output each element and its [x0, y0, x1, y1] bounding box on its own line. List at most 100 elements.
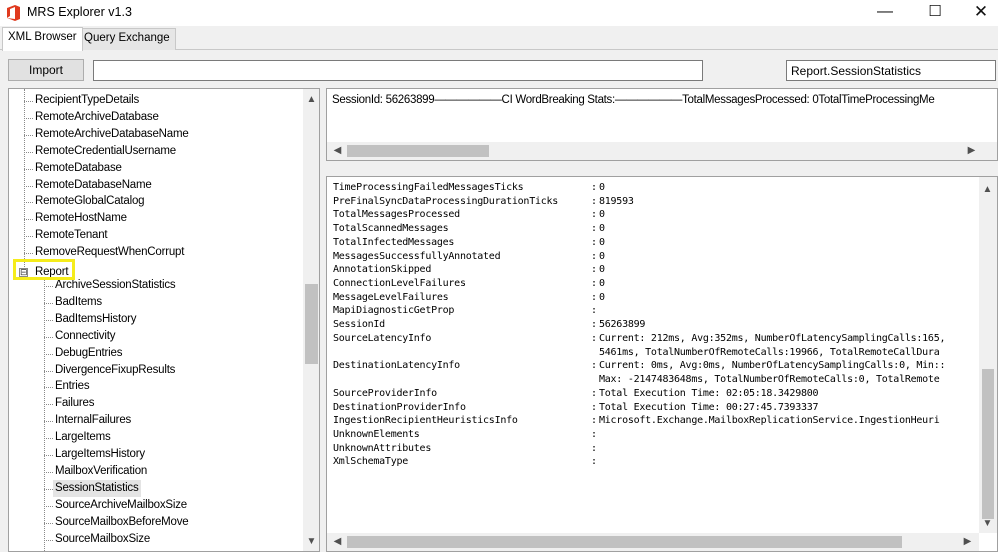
tree-node[interactable]: RemoteTenant [35, 227, 108, 244]
detail-value: Current: 212ms, Avg:352ms, NumberOfLaten… [599, 332, 946, 344]
detail-value: Total Execution Time: 00:27:45.7393337 [599, 401, 819, 413]
tab-xml-browser[interactable]: XML Browser [2, 27, 83, 51]
details-horizontal-scrollbar[interactable]: ◀ ▶ [327, 533, 979, 551]
tree-connector [24, 151, 33, 153]
detail-separator: : [591, 442, 597, 454]
tree-node[interactable]: BadItems [55, 294, 102, 311]
tree-connector [24, 134, 33, 136]
minimize-button[interactable]: — [862, 0, 908, 26]
detail-value: 0 [599, 291, 605, 303]
summary-scroll-thumb[interactable] [347, 145, 489, 157]
tree-node[interactable]: RemoteArchiveDatabase [35, 109, 159, 126]
tab-query-exchange[interactable]: Query Exchange [78, 28, 176, 50]
tree-node[interactable]: SourceArchiveMailboxSize [55, 497, 187, 514]
tree-node[interactable]: RecipientTypeDetails [35, 92, 139, 109]
detail-value: 0 [599, 264, 605, 276]
file-path-input[interactable] [93, 60, 703, 81]
tree-connector [44, 505, 53, 507]
report-path-input[interactable]: Report.SessionStatistics [786, 60, 996, 81]
detail-separator: : [591, 291, 597, 303]
detail-row: SessionId:56263899 [333, 318, 978, 332]
tree-connector [24, 117, 33, 119]
detail-row: TotalMessagesProcessed:0 [333, 208, 978, 222]
scroll-up-icon[interactable]: ▲ [979, 181, 996, 198]
details-vertical-scrollbar[interactable]: ▲ ▼ [979, 177, 997, 533]
detail-separator: : [591, 332, 597, 344]
highlight-box [13, 259, 75, 280]
detail-value: 0 [599, 250, 605, 262]
tree-node[interactable]: RemoteCredentialUsername [35, 143, 176, 160]
tree-node[interactable]: RemoteHostName [35, 210, 127, 227]
tree-connector [44, 387, 53, 389]
title-bar: MRS Explorer v1.3 — ☐ ✕ [0, 0, 998, 26]
scroll-right-icon[interactable]: ▶ [959, 533, 976, 550]
tree-node[interactable]: LargeItems [55, 429, 111, 446]
office-logo-icon [7, 5, 20, 21]
detail-row: MessageLevelFailures:0 [333, 291, 978, 305]
tree-connector [24, 168, 33, 170]
scroll-right-icon[interactable]: ▶ [963, 142, 980, 159]
tree-scroll-thumb[interactable] [305, 284, 318, 364]
tree-node[interactable]: SourceMailboxSize [55, 531, 150, 548]
xml-tree-view[interactable]: RecipientTypeDetails RemoteArchiveDatabas… [8, 88, 320, 552]
tree-node[interactable]: Connectivity [55, 328, 115, 345]
detail-separator: : [591, 305, 597, 317]
tree-node[interactable]: RemoteDatabaseName [35, 177, 152, 194]
detail-key: ConnectionLevelFailures [333, 278, 466, 290]
detail-key: MessagesSuccessfullyAnnotated [333, 250, 501, 262]
scroll-down-icon[interactable]: ▼ [303, 533, 319, 550]
scroll-left-icon[interactable]: ◀ [329, 142, 346, 159]
tree-node[interactable]: RemoteArchiveDatabaseName [35, 126, 189, 143]
detail-key: XmlSchemaType [333, 456, 409, 468]
tree-node[interactable]: InternalFailures [55, 412, 131, 429]
detail-separator: : [591, 415, 597, 427]
detail-row: PreFinalSyncDataProcessingDurationTicks:… [333, 195, 978, 209]
detail-separator: : [591, 428, 597, 440]
scroll-up-icon[interactable]: ▲ [303, 91, 319, 108]
detail-key: PreFinalSyncDataProcessingDurationTicks [333, 195, 559, 207]
detail-value: Current: 0ms, Avg:0ms, NumberOfLatencySa… [599, 360, 946, 372]
tree-connector [44, 370, 53, 372]
detail-key: SessionId [333, 319, 385, 331]
details-text-view[interactable]: TimeProcessingFailedMessagesTicks:0 PreFi… [326, 176, 998, 552]
tree-node[interactable]: MailboxVerification [55, 463, 147, 480]
detail-row: MessagesSuccessfullyAnnotated:0 [333, 250, 978, 264]
detail-value: 0 [599, 278, 605, 290]
detail-row: UnknownAttributes: [333, 442, 978, 456]
tree-node[interactable]: SourceMailboxBeforeMove [55, 514, 189, 531]
tree-connector [44, 455, 53, 456]
details-scroll-thumb[interactable] [982, 369, 994, 519]
tree-connector [44, 277, 45, 551]
tree-node[interactable]: RemoteGlobalCatalog [35, 193, 145, 210]
tree-node[interactable]: Failures [55, 395, 95, 412]
detail-row: SourceLatencyInfo: Current: 212ms, Avg:35… [333, 332, 978, 346]
detail-separator: : [591, 264, 597, 276]
detail-separator: : [591, 209, 597, 221]
summary-horizontal-scrollbar[interactable]: ◀ ▶ [327, 142, 997, 160]
tree-connector [44, 404, 53, 406]
detail-row: AnnotationSkipped:0 [333, 263, 978, 277]
tree-node[interactable]: Entries [55, 378, 90, 395]
import-button[interactable]: Import [8, 59, 84, 81]
scroll-left-icon[interactable]: ◀ [329, 533, 346, 550]
tree-node[interactable]: DebugEntries [55, 345, 122, 362]
summary-text: SessionId: 56263899——————CI WordBreaking… [332, 94, 935, 106]
close-button[interactable]: ✕ [958, 0, 998, 26]
detail-separator: : [591, 456, 597, 468]
detail-key: TimeProcessingFailedMessagesTicks [333, 182, 524, 193]
maximize-button[interactable]: ☐ [912, 0, 958, 26]
tree-node[interactable]: LargeItemsHistory [55, 446, 145, 463]
details-scroll-thumb-horizontal[interactable] [347, 536, 902, 548]
detail-separator: : [591, 223, 597, 235]
tree-vertical-scrollbar[interactable]: ▲ ▼ [303, 89, 319, 551]
tree-node[interactable]: BadItemsHistory [55, 311, 137, 328]
detail-separator: : [591, 195, 597, 207]
tree-node[interactable]: SessionStatistics [53, 479, 141, 497]
summary-text-view[interactable]: SessionId: 56263899——————CI WordBreaking… [326, 88, 998, 161]
detail-key: UnknownElements [333, 428, 420, 440]
tree-connector [44, 421, 53, 423]
tree-connector [44, 539, 53, 541]
tree-node[interactable]: RemoteDatabase [35, 160, 122, 177]
tree-node[interactable]: DivergenceFixupResults [55, 362, 175, 379]
scroll-down-icon[interactable]: ▼ [979, 515, 996, 532]
